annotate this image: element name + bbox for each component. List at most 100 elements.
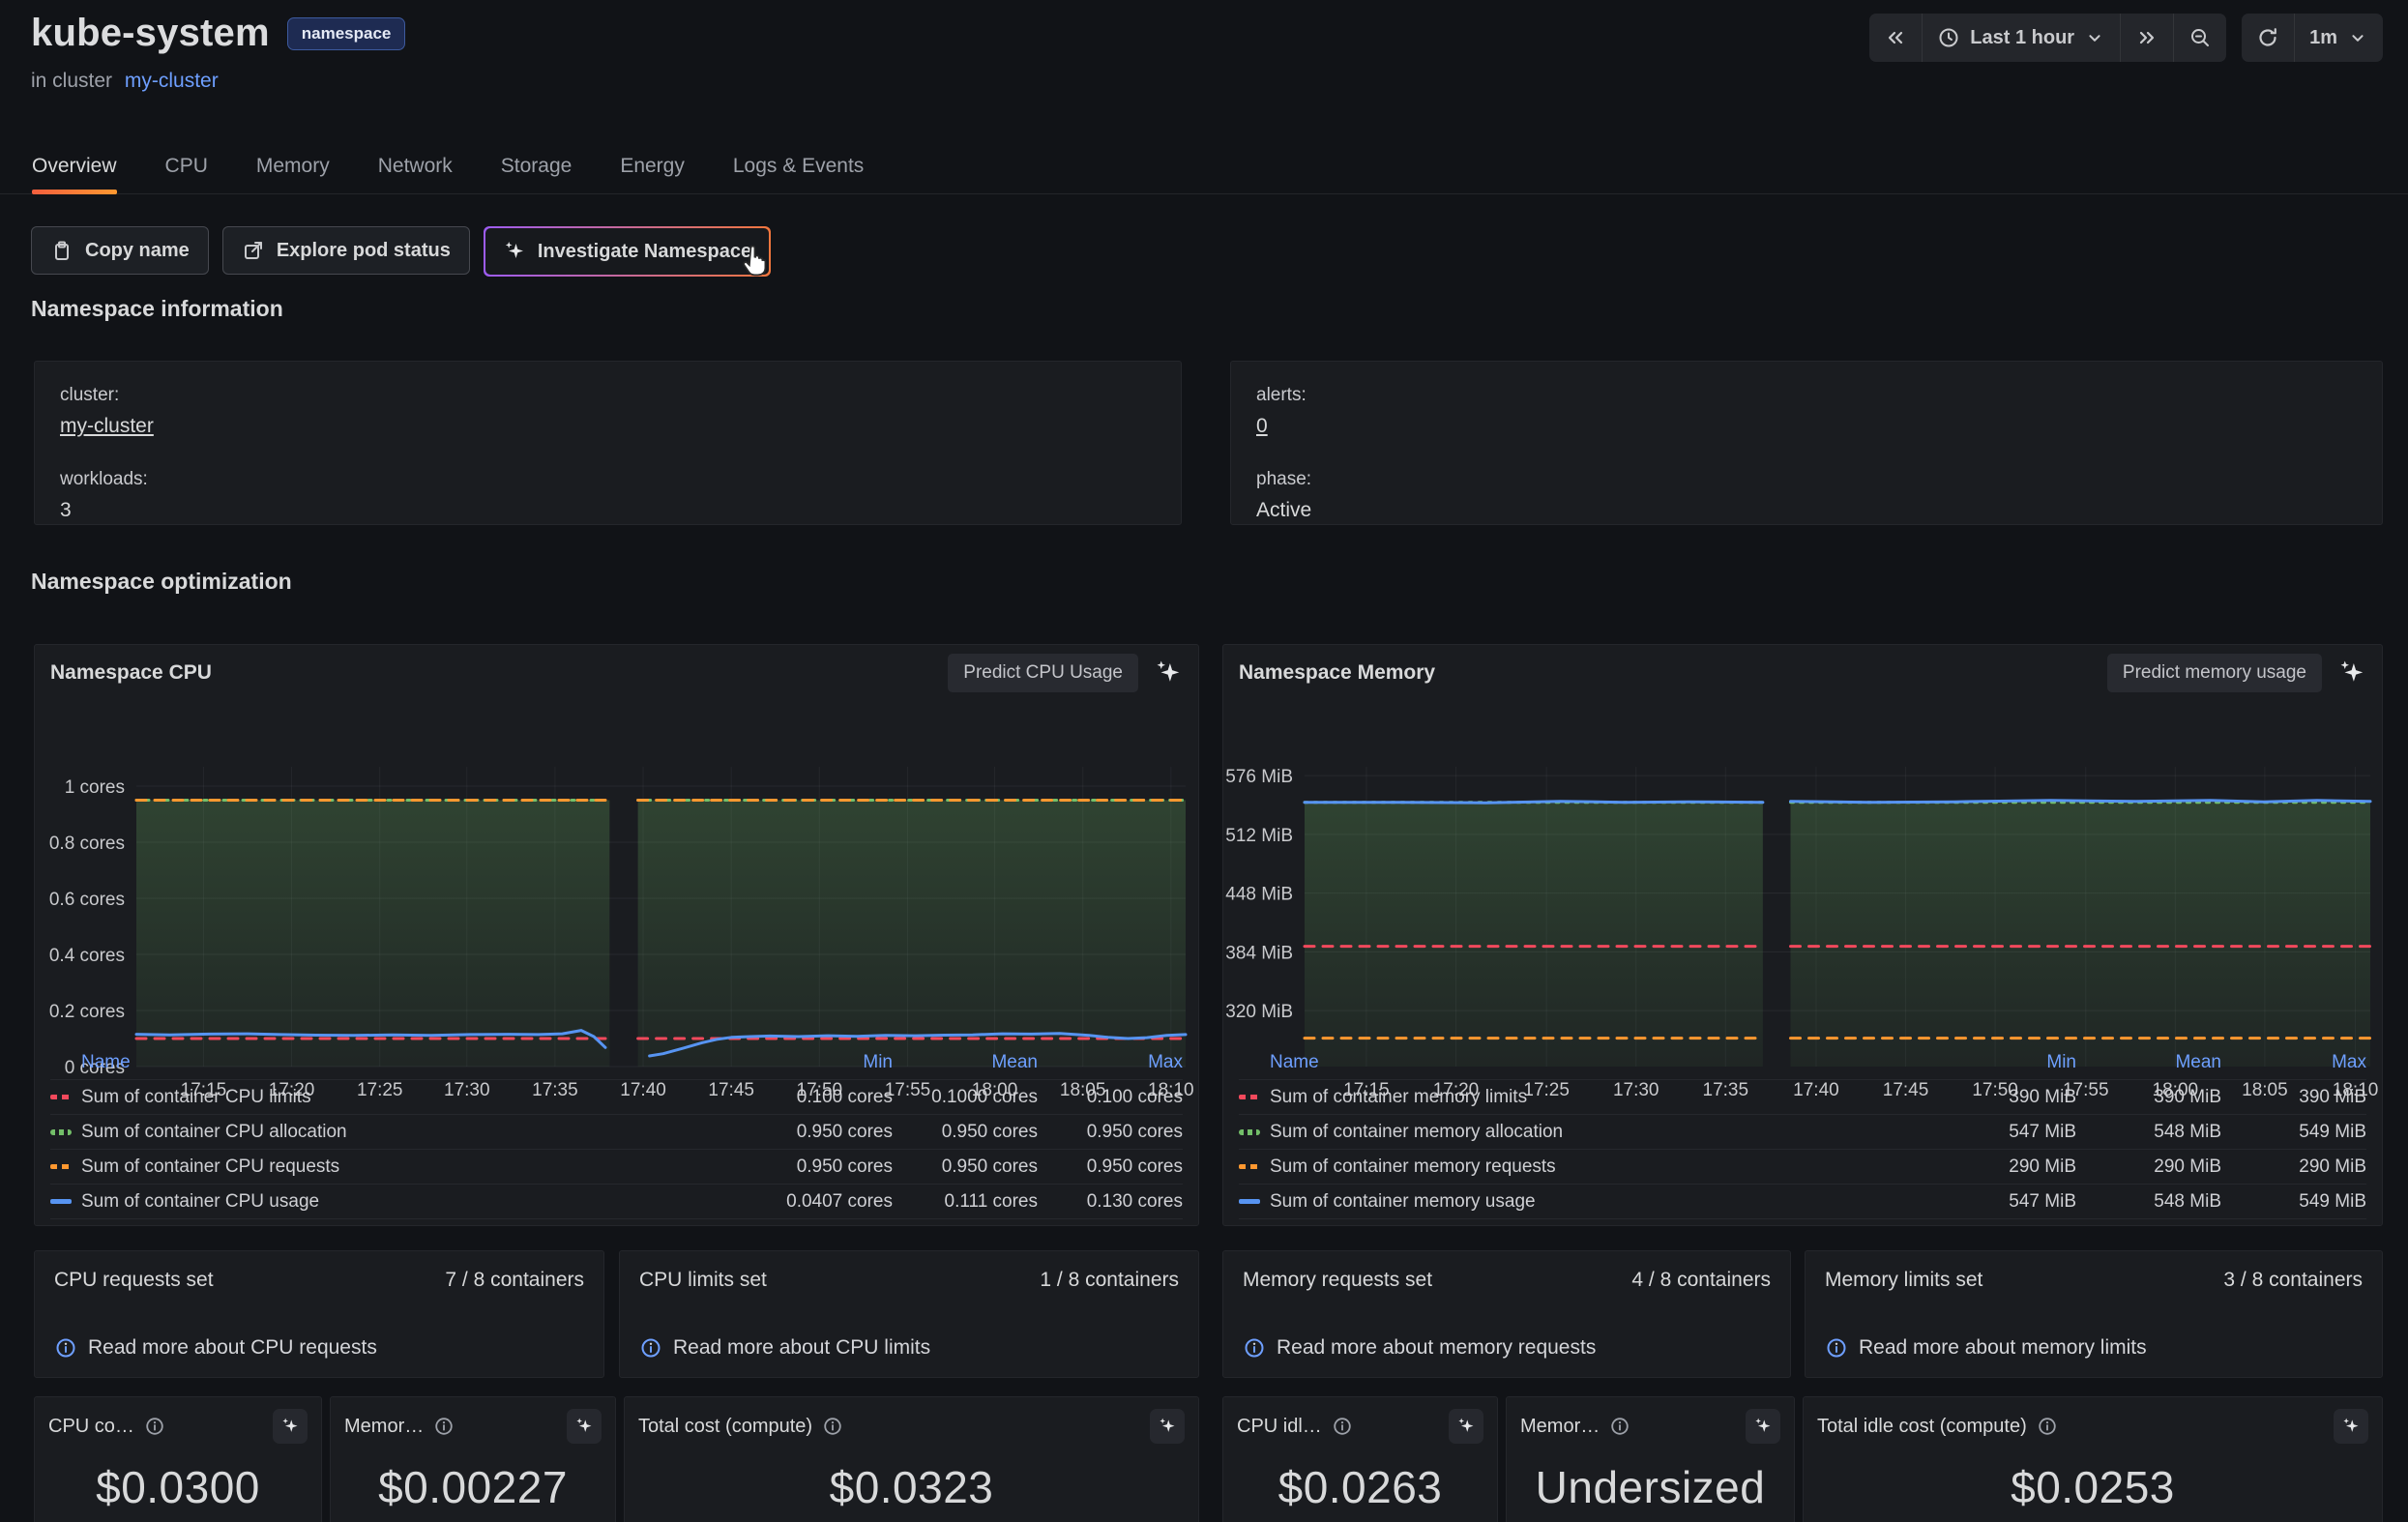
- legend-row: Sum of container CPU usage0.0407 cores0.…: [50, 1184, 1183, 1219]
- read-more-label: Read more about memory requests: [1277, 1336, 1596, 1360]
- legend-value: 0.950 cores: [1038, 1122, 1183, 1143]
- field-value[interactable]: my-cluster: [60, 415, 1156, 438]
- tab-network[interactable]: Network: [378, 139, 453, 193]
- memory-chart-canvas[interactable]: 576 MiB512 MiB448 MiB384 MiB320 MiB17:15…: [1223, 699, 2382, 1098]
- ai-sparkle-button[interactable]: [1746, 1409, 1780, 1444]
- zoom-out-time-button[interactable]: [2174, 14, 2226, 62]
- legend-series-label[interactable]: Sum of container memory requests: [1239, 1156, 1931, 1178]
- read-more-link[interactable]: Read more about memory limits: [1825, 1336, 2147, 1360]
- svg-text:448 MiB: 448 MiB: [1225, 885, 1293, 905]
- cpu-co-stat-panel: CPU co…$0.0300: [34, 1396, 322, 1522]
- refresh-interval-picker[interactable]: 1m: [2295, 14, 2383, 62]
- series-swatch: [1239, 1095, 1260, 1099]
- legend-series-label[interactable]: Sum of container memory allocation: [1239, 1122, 1931, 1143]
- info-circle-icon[interactable]: [1332, 1416, 1353, 1437]
- field-value: Active: [1256, 499, 2357, 522]
- info-circle-icon: [1332, 1416, 1353, 1437]
- info-circle-icon[interactable]: [2037, 1416, 2058, 1437]
- usage-line: [1305, 802, 1763, 804]
- legend-header-mean: Mean: [2076, 1052, 2221, 1073]
- cpu-chart-canvas[interactable]: 1 cores0.8 cores0.6 cores0.4 cores0.2 co…: [35, 699, 1198, 1098]
- panel-title: Namespace CPU: [50, 661, 212, 685]
- field-label: cluster:: [60, 385, 1156, 406]
- tab-storage[interactable]: Storage: [501, 139, 573, 193]
- card-count: 4 / 8 containers: [1631, 1269, 1771, 1292]
- refresh-button[interactable]: [2242, 14, 2295, 62]
- svg-text:576 MiB: 576 MiB: [1225, 767, 1293, 787]
- sparkle-icon: [280, 1417, 300, 1436]
- button-label: Investigate Namespace: [538, 241, 751, 263]
- read-more-link[interactable]: Read more about CPU limits: [639, 1336, 930, 1360]
- total-idle-cost-compute-stat-panel: Total idle cost (compute)$0.0253: [1803, 1396, 2383, 1522]
- cpu-panel: Namespace CPUPredict CPU Usage1 cores0.8…: [34, 644, 1199, 1226]
- info-field-cluster: cluster: my-cluster: [60, 385, 1156, 438]
- field-value[interactable]: 0: [1256, 415, 2357, 438]
- tab-memory[interactable]: Memory: [256, 139, 330, 193]
- magnifier-minus-icon: [2188, 26, 2212, 49]
- predict-cpu-button[interactable]: Predict CPU Usage: [948, 654, 1138, 692]
- investigate-namespace-button[interactable]: Investigate Namespace: [484, 226, 771, 277]
- read-more-link[interactable]: Read more about CPU requests: [54, 1336, 377, 1360]
- ai-sparkle-button[interactable]: [567, 1409, 602, 1444]
- info-circle-icon: [144, 1416, 165, 1437]
- tab-energy[interactable]: Energy: [620, 139, 685, 193]
- read-more-link[interactable]: Read more about memory requests: [1243, 1336, 1596, 1360]
- predict-memory-button[interactable]: Predict memory usage: [2107, 654, 2322, 692]
- info-circle-icon[interactable]: [433, 1416, 455, 1437]
- tab-label: Energy: [620, 155, 685, 178]
- time-range-picker[interactable]: Last 1 hour: [1923, 14, 2121, 62]
- legend-value: 0.100 cores: [748, 1087, 893, 1108]
- tab-overview[interactable]: Overview: [32, 139, 117, 193]
- series-swatch: [1239, 1199, 1260, 1204]
- legend-series-label[interactable]: Sum of container CPU limits: [50, 1087, 748, 1108]
- stat-title: CPU co…: [48, 1416, 134, 1438]
- tab-label: Storage: [501, 155, 573, 178]
- ai-sparkle-button[interactable]: [1449, 1409, 1483, 1444]
- legend-series-label[interactable]: Sum of container CPU allocation: [50, 1122, 748, 1143]
- ai-sparkle-button[interactable]: [1150, 1409, 1185, 1444]
- tab-label: Overview: [32, 155, 117, 178]
- sparkle-icon: [574, 1417, 594, 1436]
- tab-cpu[interactable]: CPU: [165, 139, 208, 193]
- tab-label: Logs & Events: [733, 155, 864, 178]
- svg-text:0.8 cores: 0.8 cores: [49, 834, 125, 854]
- time-range-label: Last 1 hour: [1970, 27, 2074, 49]
- legend-value: 0.0407 cores: [748, 1191, 893, 1213]
- namespace-info-panel: cluster:my-clusterworkloads:3: [34, 361, 1182, 525]
- legend-value: 0.111 cores: [893, 1191, 1038, 1213]
- svg-text:0.6 cores: 0.6 cores: [49, 890, 125, 910]
- info-circle-icon[interactable]: [822, 1416, 843, 1437]
- card-title: Memory limits set: [1825, 1269, 1982, 1292]
- legend-value: 0.1000 cores: [893, 1087, 1038, 1108]
- card-title: CPU requests set: [54, 1269, 214, 1292]
- ai-sparkle-button[interactable]: [2334, 1409, 2368, 1444]
- ai-sparkle-button[interactable]: [273, 1409, 308, 1444]
- memory-legend: NameMinMeanMax Sum of container memory li…: [1239, 1045, 2366, 1219]
- time-shift-forward-button[interactable]: [2121, 14, 2174, 62]
- legend-header-row: NameMinMeanMax: [1239, 1045, 2366, 1079]
- series-swatch: [50, 1095, 72, 1099]
- field-label: alerts:: [1256, 385, 2357, 406]
- copy-name-button[interactable]: Copy name: [31, 226, 209, 275]
- legend-header-row: NameMinMeanMax: [50, 1045, 1183, 1079]
- read-more-label: Read more about memory limits: [1859, 1336, 2147, 1360]
- info-circle-icon[interactable]: [1609, 1416, 1630, 1437]
- info-circle-icon[interactable]: [144, 1416, 165, 1437]
- explore-pod-status-button[interactable]: Explore pod status: [222, 226, 470, 275]
- legend-series-label[interactable]: Sum of container memory usage: [1239, 1191, 1931, 1213]
- ai-sparkle-button[interactable]: [2337, 659, 2366, 688]
- total-cost-compute-stat-panel: Total cost (compute)$0.0323: [624, 1396, 1199, 1522]
- time-controls: Last 1 hour 1m: [1869, 14, 2383, 62]
- legend-series-label[interactable]: Sum of container CPU requests: [50, 1156, 748, 1178]
- legend-value: 290 MiB: [2221, 1156, 2366, 1178]
- cpu-idl-stat-panel: CPU idl…$0.0263: [1222, 1396, 1498, 1522]
- time-shift-back-button[interactable]: [1869, 14, 1923, 62]
- cluster-link[interactable]: my-cluster: [125, 70, 219, 92]
- legend-series-label[interactable]: Sum of container memory limits: [1239, 1087, 1931, 1108]
- dashboard-screen: kube-system namespace in cluster my-clus…: [0, 0, 2408, 1522]
- tab-logs-events[interactable]: Logs & Events: [733, 139, 864, 193]
- legend-value: 548 MiB: [2076, 1122, 2221, 1143]
- legend-series-label[interactable]: Sum of container CPU usage: [50, 1191, 748, 1213]
- legend-header-min: Min: [748, 1052, 893, 1073]
- ai-sparkle-button[interactable]: [1154, 659, 1183, 688]
